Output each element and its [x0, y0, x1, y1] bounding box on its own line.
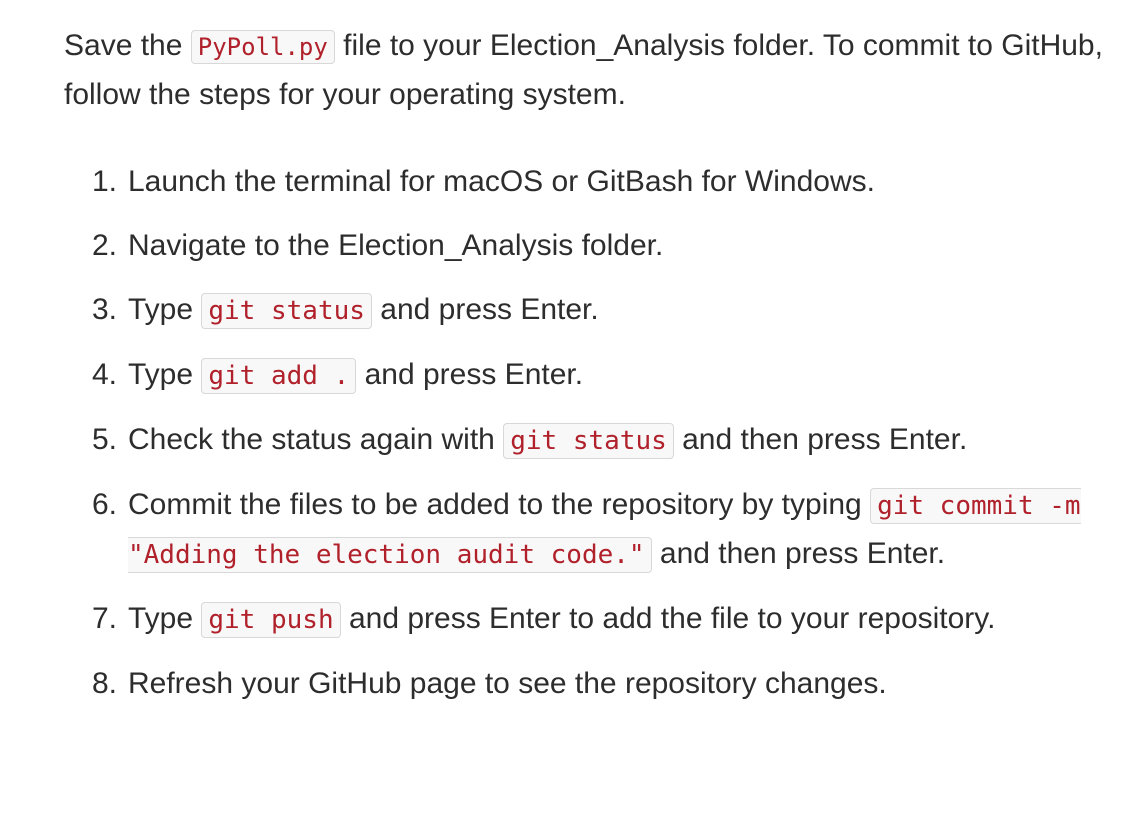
step-text-before: Commit the files to be added to the repo…: [128, 488, 871, 521]
step-text-before: Type: [128, 602, 202, 635]
step-text: Launch the terminal for macOS or GitBash…: [128, 165, 875, 198]
step-number: 7.: [92, 602, 118, 635]
step-number: 8.: [92, 667, 118, 700]
steps-list: 1. Launch the terminal for macOS or GitB…: [92, 158, 1113, 724]
step-number: 2.: [92, 229, 118, 262]
command-code: git status: [503, 423, 674, 459]
step-item: 1. Launch the terminal for macOS or GitB…: [92, 158, 1113, 206]
step-item: 5. Check the status again with git statu…: [92, 416, 1113, 465]
step-number: 6.: [92, 488, 118, 521]
step-text-before: Check the status again with: [128, 423, 504, 456]
step-text-after: and press Enter.: [356, 358, 584, 391]
command-code: git status: [201, 293, 372, 329]
step-text-after: and then press Enter.: [673, 423, 968, 456]
step-item: 3. Type git status and press Enter.: [92, 286, 1113, 335]
step-text-before: Type: [128, 293, 202, 326]
step-text: Refresh your GitHub page to see the repo…: [128, 667, 887, 700]
step-item: 6. Commit the files to be added to the r…: [92, 481, 1113, 579]
step-number: 5.: [92, 423, 118, 456]
step-text: Navigate to the Election_Analysis folder…: [128, 229, 664, 262]
step-item: 8. Refresh your GitHub page to see the r…: [92, 660, 1113, 708]
step-text-after: and then press Enter.: [651, 537, 946, 570]
step-item: 4. Type git add . and press Enter.: [92, 351, 1113, 400]
step-number: 4.: [92, 358, 118, 391]
filename-code: PyPoll.py: [190, 30, 335, 64]
step-text-after: and press Enter to add the file to your …: [340, 602, 996, 635]
step-number: 1.: [92, 165, 118, 198]
command-code: git push: [201, 602, 341, 638]
intro-text-before: Save the: [64, 29, 191, 62]
step-text-before: Type: [128, 358, 202, 391]
intro-paragraph: Save the PyPoll.py file to your Election…: [64, 22, 1104, 118]
command-code: git add .: [201, 358, 357, 394]
step-text-after: and press Enter.: [371, 293, 599, 326]
step-item: 7. Type git push and press Enter to add …: [92, 595, 1113, 644]
step-item: 2. Navigate to the Election_Analysis fol…: [92, 222, 1113, 270]
step-number: 3.: [92, 293, 118, 326]
